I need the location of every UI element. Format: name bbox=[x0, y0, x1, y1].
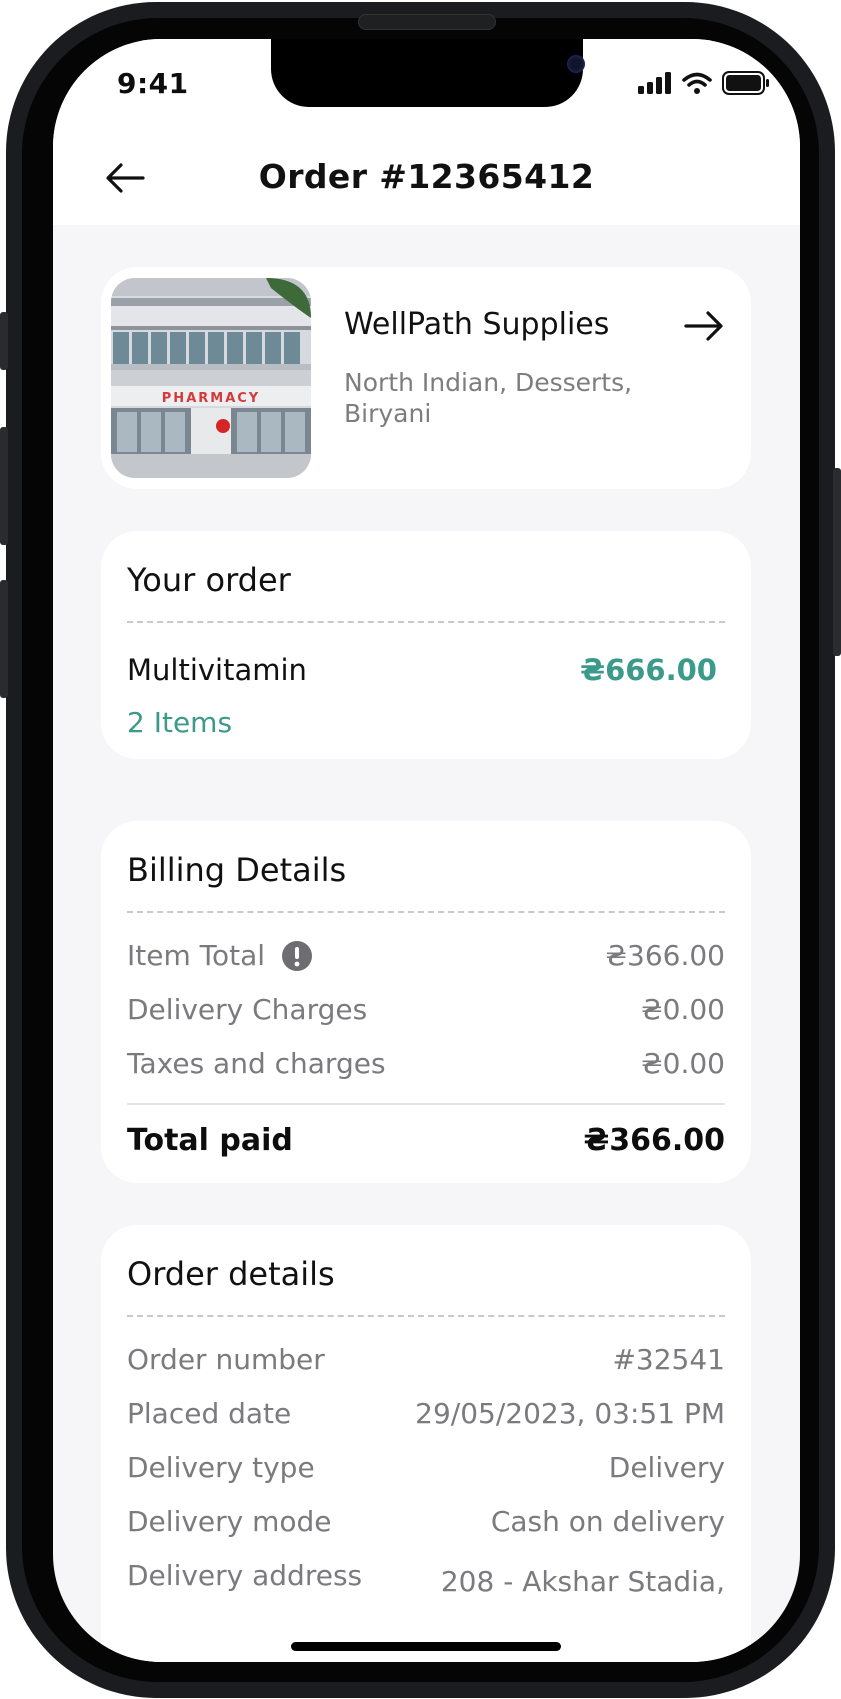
arrow-right-icon[interactable] bbox=[684, 309, 724, 343]
delivery-address-value: 208 - Akshar Stadia, bbox=[440, 1565, 725, 1598]
delivery-charges-label: Delivery Charges bbox=[127, 993, 368, 1026]
divider bbox=[127, 1315, 725, 1317]
info-icon[interactable] bbox=[281, 940, 313, 972]
status-icons bbox=[638, 71, 770, 95]
delivery-mode-value: Cash on delivery bbox=[490, 1505, 725, 1538]
phone-frame: 9:41 Order #12365412 PHARMACY WellPath S… bbox=[0, 2, 841, 1698]
camera-icon bbox=[567, 55, 585, 73]
billing-details-card: Billing Details Item Total ₴366.00 Deliv… bbox=[101, 821, 751, 1183]
volume-down-button bbox=[0, 580, 8, 698]
order-number-value: #32541 bbox=[612, 1343, 725, 1376]
power-button bbox=[833, 468, 841, 656]
item-total-label: Item Total bbox=[127, 939, 266, 972]
store-name: WellPath Supplies bbox=[344, 307, 610, 342]
delivery-type-label: Delivery type bbox=[127, 1451, 315, 1484]
speaker-grill bbox=[358, 14, 496, 30]
store-card[interactable]: PHARMACY WellPath Supplies North Indian,… bbox=[101, 267, 751, 489]
your-order-card: Your order Multivitamin ₴666.00 2 Items bbox=[101, 531, 751, 759]
billing-title: Billing Details bbox=[127, 851, 347, 889]
placed-date-label: Placed date bbox=[127, 1397, 292, 1430]
your-order-title: Your order bbox=[127, 561, 291, 599]
delivery-address-label: Delivery address bbox=[127, 1559, 363, 1592]
store-cuisine-tags: North Indian, Desserts, Biryani bbox=[344, 368, 633, 428]
volume-up-button bbox=[0, 427, 8, 545]
mute-switch bbox=[0, 312, 8, 370]
order-item-price: ₴666.00 bbox=[580, 653, 717, 687]
svg-text:PHARMACY: PHARMACY bbox=[162, 391, 260, 406]
wifi-icon bbox=[682, 72, 712, 94]
delivery-mode-label: Delivery mode bbox=[127, 1505, 332, 1538]
order-details-title: Order details bbox=[127, 1255, 335, 1293]
home-indicator[interactable] bbox=[291, 1642, 561, 1651]
total-divider bbox=[127, 1103, 725, 1105]
item-total-value: ₴366.00 bbox=[605, 939, 725, 972]
placed-date-value: 29/05/2023, 03:51 PM bbox=[415, 1397, 725, 1430]
total-paid-label: Total paid bbox=[127, 1123, 293, 1158]
header-bar: 9:41 Order #12365412 bbox=[53, 39, 800, 225]
order-number-label: Order number bbox=[127, 1343, 325, 1376]
delivery-charges-value: ₴0.00 bbox=[640, 993, 725, 1026]
cellular-signal-icon bbox=[638, 72, 671, 94]
dynamic-notch bbox=[271, 39, 585, 107]
store-image: PHARMACY bbox=[111, 278, 311, 478]
taxes-value: ₴0.00 bbox=[640, 1047, 725, 1080]
page-title: Order #12365412 bbox=[258, 157, 595, 196]
battery-icon bbox=[722, 71, 769, 95]
order-details-card: Order details Order number #32541 Placed… bbox=[101, 1225, 751, 1662]
delivery-type-value: Delivery bbox=[608, 1451, 725, 1484]
app-screen: 9:41 Order #12365412 PHARMACY WellPath S… bbox=[53, 39, 800, 1662]
status-time: 9:41 bbox=[117, 67, 189, 100]
total-paid-value: ₴366.00 bbox=[583, 1123, 725, 1158]
divider bbox=[127, 621, 725, 623]
taxes-label: Taxes and charges bbox=[127, 1047, 386, 1080]
divider bbox=[127, 911, 725, 913]
order-item-name: Multivitamin bbox=[127, 653, 307, 687]
order-item-count[interactable]: 2 Items bbox=[127, 706, 232, 739]
